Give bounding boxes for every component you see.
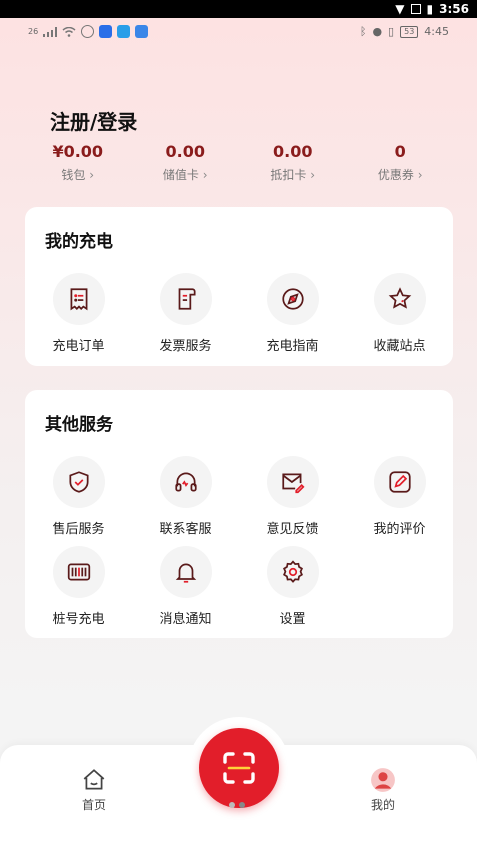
item-label: 消息通知 — [159, 612, 212, 627]
barcode-icon — [67, 563, 90, 581]
cloud-app-icon — [135, 25, 149, 38]
card-title: 其他服务 — [45, 415, 113, 435]
scan-icon — [223, 752, 255, 784]
app-notification-icon — [81, 25, 95, 38]
stat-coupons[interactable]: 0 优惠券 › — [347, 142, 455, 183]
tab-mine[interactable]: 我的 — [343, 767, 423, 813]
settings-button[interactable]: 设置 — [239, 546, 346, 627]
invoice-icon — [178, 288, 196, 310]
item-label: 充电指南 — [266, 339, 319, 354]
card-title: 我的充电 — [45, 232, 113, 252]
network-indicator: 26 — [28, 27, 39, 36]
receipt-icon — [70, 288, 87, 311]
gear-icon — [282, 560, 303, 583]
vibrate-icon: ▯ — [388, 25, 395, 38]
stat-value: 0.00 — [165, 142, 205, 161]
battery-indicator: 53 — [400, 25, 419, 38]
shield-check-icon — [68, 471, 89, 493]
page-indicator — [229, 802, 245, 808]
item-label: 联系客服 — [159, 522, 212, 537]
app-notification-icon — [117, 25, 131, 38]
other-services-card: 其他服务 售后服务 联系客服 意见反馈 我的评价 桩号充电 消息通知 设置 — [25, 390, 453, 638]
contact-support-button[interactable]: 联系客服 — [132, 456, 239, 537]
device-time: 4:45 — [424, 25, 449, 38]
bluetooth-icon: ᛒ — [359, 25, 367, 38]
scan-button[interactable] — [199, 728, 279, 808]
stat-label: 储值卡 — [162, 168, 199, 182]
stat-deduction-card[interactable]: 0.00 抵扣卡 › — [239, 142, 347, 183]
home-icon — [83, 769, 105, 790]
feedback-button[interactable]: 意见反馈 — [239, 456, 346, 537]
system-time: 3:56 — [439, 2, 469, 16]
wifi-icon: ▼ — [395, 2, 405, 16]
battery-charging-icon: ▮ — [426, 2, 434, 16]
headset-icon — [174, 472, 197, 492]
tab-label: 我的 — [370, 798, 395, 812]
stat-value: 0.00 — [273, 142, 313, 161]
charging-orders-button[interactable]: 充电订单 — [25, 273, 132, 354]
chevron-right-icon: › — [417, 168, 423, 182]
my-reviews-button[interactable]: 我的评价 — [346, 456, 453, 537]
item-label: 售后服务 — [52, 522, 105, 537]
register-login-link[interactable]: 注册/登录 — [50, 106, 137, 135]
item-label: 收藏站点 — [373, 339, 426, 354]
stat-wallet[interactable]: ¥0.00 钱包 › — [24, 142, 132, 183]
item-label: 我的评价 — [373, 522, 426, 537]
favorite-stations-button[interactable]: 收藏站点 — [346, 273, 453, 354]
item-label: 设置 — [279, 612, 306, 627]
signal-icon — [43, 26, 58, 37]
chevron-right-icon: › — [310, 168, 316, 182]
charging-guide-button[interactable]: 充电指南 — [239, 273, 346, 354]
stat-value: 0 — [394, 142, 406, 161]
chevron-right-icon: › — [89, 168, 95, 182]
system-status-bar: ▼ ▮ 3:56 — [0, 0, 477, 18]
no-sim-icon — [410, 4, 421, 14]
my-charging-card: 我的充电 充电订单 发票服务 充电指南 收藏站点 — [25, 207, 453, 366]
stat-label: 钱包 — [61, 168, 86, 182]
stat-stored-value-card[interactable]: 0.00 储值卡 › — [132, 142, 240, 183]
chevron-right-icon: › — [202, 168, 208, 182]
edit-icon — [388, 471, 411, 493]
star-icon — [388, 287, 411, 309]
user-avatar-icon — [371, 768, 395, 792]
device-status-bar: 26 ᛒ ● ▯ 53 4:45 — [0, 22, 477, 44]
item-label: 桩号充电 — [52, 612, 105, 627]
compass-icon — [281, 288, 304, 310]
item-label: 发票服务 — [159, 339, 212, 354]
item-label: 意见反馈 — [266, 522, 319, 537]
wifi-icon — [62, 26, 76, 37]
after-sales-button[interactable]: 售后服务 — [25, 456, 132, 537]
item-label: 充电订单 — [52, 339, 105, 354]
page-dot — [229, 802, 235, 808]
pile-number-charging-button[interactable]: 桩号充电 — [25, 546, 132, 627]
stat-label: 优惠券 — [377, 168, 414, 182]
page-dot — [239, 802, 245, 808]
tab-home[interactable]: 首页 — [54, 767, 134, 813]
feedback-mail-icon — [281, 473, 305, 494]
app-notification-icon — [99, 25, 113, 38]
tab-label: 首页 — [81, 798, 106, 812]
invoice-service-button[interactable]: 发票服务 — [132, 273, 239, 354]
location-icon: ● — [372, 25, 383, 38]
notifications-button[interactable]: 消息通知 — [132, 546, 239, 627]
bell-icon — [175, 563, 196, 583]
stat-value: ¥0.00 — [52, 142, 104, 161]
account-stats: ¥0.00 钱包 › 0.00 储值卡 › 0.00 抵扣卡 › 0 优惠券 › — [24, 142, 454, 183]
stat-label: 抵扣卡 — [270, 168, 307, 182]
